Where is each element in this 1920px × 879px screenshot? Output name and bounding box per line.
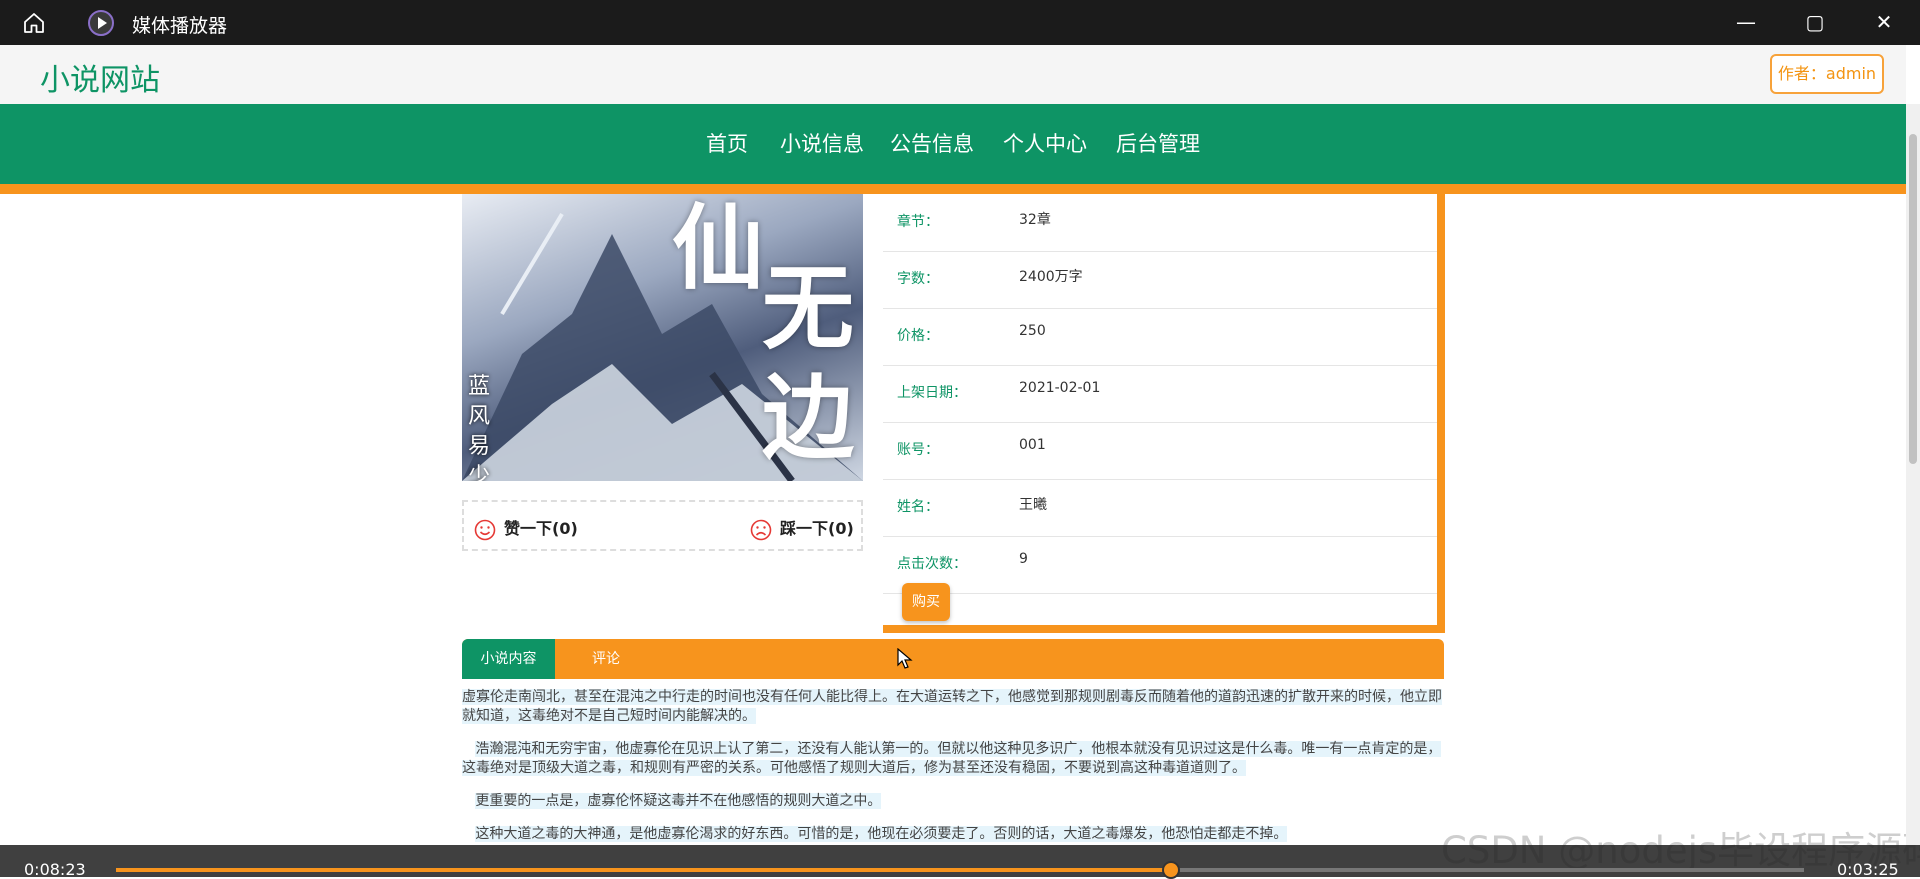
novel-content: 虚寡伦走南闯北，甚至在混沌之中行走的时间也没有任何人能比得上。在大道运转之下，他… [462, 688, 1444, 858]
info-row: 价格： 250 [883, 308, 1437, 366]
nav-divider [0, 184, 1906, 194]
info-value: 9 [1019, 551, 1028, 567]
media-player-icon [88, 10, 114, 36]
cover-author: 蓝风易少 [468, 374, 491, 481]
nav-item-profile[interactable]: 个人中心 [1003, 128, 1087, 158]
info-label: 章节： [897, 214, 939, 230]
content-paragraph: 虚寡伦走南闯北，甚至在混沌之中行走的时间也没有任何人能比得上。在大道运转之下，他… [462, 688, 1444, 726]
like-label: 赞一下(0) [504, 519, 578, 538]
dislike-button[interactable]: 踩一下(0) [750, 515, 854, 541]
total-time: 0:03:25 [1837, 860, 1899, 879]
mouse-cursor-icon [897, 648, 913, 669]
window-title: 媒体播放器 [132, 15, 228, 37]
cover-title-char: 边 [762, 364, 855, 472]
info-value: 001 [1019, 437, 1046, 453]
info-row: 姓名： 王曦 [883, 479, 1437, 537]
info-label: 点击次数： [897, 556, 967, 572]
info-label: 价格： [897, 328, 939, 344]
buy-button[interactable]: 购买 [902, 583, 950, 621]
scrollbar-thumb[interactable] [1909, 134, 1917, 464]
paragraph-text: 虚寡伦走南闯北，甚至在混沌之中行走的时间也没有任何人能比得上。在大道运转之下，他… [462, 689, 1442, 724]
info-value: 王曦 [1019, 497, 1047, 513]
like-button[interactable]: 赞一下(0) [474, 515, 578, 541]
info-row: 字数： 2400万字 [883, 251, 1437, 309]
paragraph-text: 更重要的一点是，虚寡伦怀疑这毒并不在他感悟的规则大道之中。 [475, 793, 882, 809]
seek-bar[interactable] [116, 861, 1804, 879]
paragraph-text: 浩瀚混沌和无穷宇宙，他虚寡伦在见识上认了第二，还没有人能认第一的。但就以他这种见… [462, 741, 1442, 776]
page-scrollbar[interactable] [1906, 104, 1920, 845]
info-value: 250 [1019, 323, 1046, 339]
close-button[interactable]: ✕ [1872, 10, 1896, 34]
nav-item-announcements[interactable]: 公告信息 [890, 128, 974, 158]
content-paragraph: 浩瀚混沌和无穷宇宙，他虚寡伦在见识上认了第二，还没有人能认第一的。但就以他这种见… [462, 740, 1444, 778]
info-value: 2021-02-01 [1019, 380, 1101, 396]
current-time: 0:08:23 [24, 860, 86, 879]
content-paragraph: 更重要的一点是，虚寡伦怀疑这毒并不在他感悟的规则大道之中。 [462, 792, 1444, 811]
home-icon[interactable] [22, 11, 46, 35]
tab-novel-content[interactable]: 小说内容 [462, 639, 555, 679]
info-row: 章节： 32章 [883, 194, 1437, 252]
author-button[interactable]: 作者：admin [1770, 54, 1884, 94]
cover-title-char: 仙 [672, 194, 765, 302]
nav-item-admin[interactable]: 后台管理 [1116, 128, 1200, 158]
info-label: 姓名： [897, 499, 939, 515]
seek-progress [116, 868, 1171, 872]
info-row: 点击次数： 9 [883, 536, 1437, 594]
site-header: 小说网站 作者：admin [0, 45, 1906, 104]
paragraph-text: 这种大道之毒的大神通，是他虚寡伦渴求的好东西。可惜的是，他现在必须要走了。否则的… [475, 826, 1288, 842]
dislike-label: 踩一下(0) [780, 519, 854, 538]
nav-item-novels[interactable]: 小说信息 [780, 128, 864, 158]
novel-cover-image: 仙 无 边 蓝风易少 [462, 194, 863, 481]
vote-box: 赞一下(0) 踩一下(0) [462, 500, 863, 551]
nav-item-home[interactable]: 首页 [706, 128, 748, 158]
tab-comments[interactable]: 评论 [592, 639, 620, 679]
content-tabs: 小说内容 评论 [462, 639, 1444, 679]
info-value: 32章 [1019, 212, 1051, 228]
site-logo[interactable]: 小说网站 [40, 55, 160, 99]
info-row: 账号： 001 [883, 422, 1437, 480]
window-titlebar: 媒体播放器 — ▢ ✕ [0, 0, 1920, 45]
smile-icon [474, 519, 496, 540]
info-label: 上架日期： [897, 385, 967, 401]
info-label: 字数： [897, 271, 939, 287]
info-label: 账号： [897, 442, 939, 458]
maximize-button[interactable]: ▢ [1803, 10, 1827, 34]
media-player-bar: 0:08:23 0:03:25 [0, 845, 1920, 879]
main-nav: 首页 小说信息 公告信息 个人中心 后台管理 [0, 104, 1906, 184]
frown-icon [750, 519, 772, 540]
content-paragraph: 这种大道之毒的大神通，是他虚寡伦渴求的好东西。可惜的是，他现在必须要走了。否则的… [462, 825, 1444, 844]
seek-handle[interactable] [1162, 861, 1180, 879]
novel-info-panel: 章节： 32章 字数： 2400万字 价格： 250 上架日期： 2021-02… [883, 194, 1445, 633]
info-value: 2400万字 [1019, 269, 1083, 285]
minimize-button[interactable]: — [1734, 10, 1758, 34]
info-row: 上架日期： 2021-02-01 [883, 365, 1437, 423]
